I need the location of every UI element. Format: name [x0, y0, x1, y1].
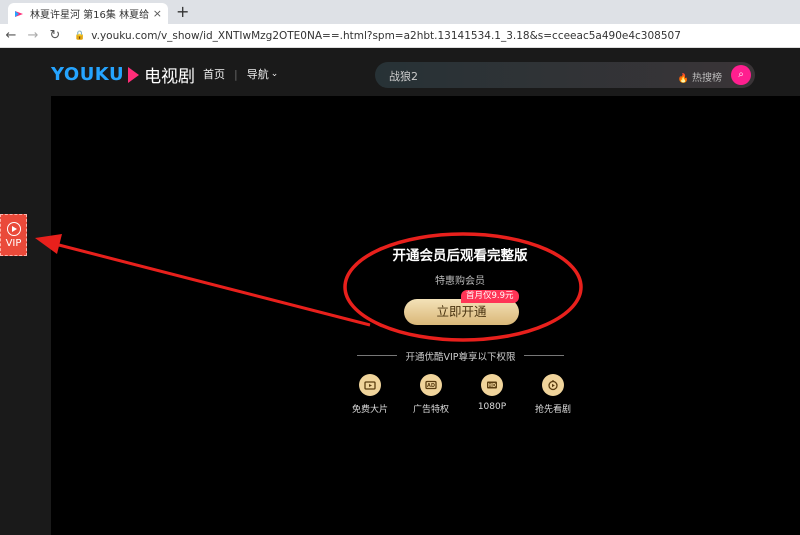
nav-menu-link[interactable]: 导航	[247, 66, 269, 82]
benefit-item: HD 1080P	[467, 374, 517, 412]
vip-side-label: VIP	[5, 237, 22, 249]
search-icon: ⌕	[738, 69, 744, 80]
nav-separator: |	[234, 67, 238, 81]
rights-text: 开通优酷VIP尊享以下权限	[405, 352, 516, 363]
rights-divider: 开通优酷VIP尊享以下权限	[357, 349, 564, 363]
logo-text: YOUKU	[51, 64, 125, 85]
promo-badge: 首月仅9.9元	[461, 290, 519, 303]
browser-address-bar: ← → ↻ 🔒 v.youku.com/v_show/id_XNTIwMzg2O…	[0, 24, 800, 48]
browser-tab-bar: 林夏许星河 第16集 林夏给许星河 × +	[0, 0, 800, 24]
svg-text:AD: AD	[427, 383, 435, 389]
divider-line-right	[524, 355, 564, 356]
url-field[interactable]: 🔒 v.youku.com/v_show/id_XNTIwMzg2OTE0NA=…	[74, 30, 681, 42]
flame-icon: 🔥	[677, 74, 689, 84]
reload-icon[interactable]: ↻	[44, 28, 66, 43]
browser-tab[interactable]: 林夏许星河 第16集 林夏给许星河 ×	[8, 3, 168, 24]
header-nav: 首页 | 导航 ⌄	[203, 66, 278, 82]
forward-icon[interactable]: →	[22, 28, 44, 43]
back-icon[interactable]: ←	[0, 28, 22, 43]
vip-side-tab[interactable]: VIP	[0, 214, 27, 256]
paywall-title: 开通会员后观看完整版	[392, 248, 528, 264]
nav-home-link[interactable]: 首页	[203, 66, 225, 82]
benefit-item: 免费大片	[345, 374, 395, 415]
left-sidebar	[0, 96, 51, 535]
benefit-label: 抢先看剧	[534, 405, 571, 415]
divider-line-left	[357, 355, 397, 356]
hot-search-link[interactable]: 🔥 热搜榜	[678, 69, 722, 84]
search-bar[interactable]: 战狼2 🔥 热搜榜 ⌕	[375, 62, 755, 88]
benefit-label: 1080P	[477, 402, 507, 412]
benefit-label: 广告特权	[412, 405, 449, 415]
film-icon	[359, 374, 381, 396]
svg-text:HD: HD	[488, 383, 496, 389]
chevron-down-icon[interactable]: ⌄	[271, 69, 279, 79]
url-text: v.youku.com/v_show/id_XNTIwMzg2OTE0NA==.…	[91, 29, 681, 42]
hot-search-label: 热搜榜	[692, 73, 722, 84]
youku-logo[interactable]: YOUKU 电视剧	[51, 62, 195, 87]
benefit-item: 抢先看剧	[528, 374, 578, 415]
logo-play-icon	[128, 66, 140, 83]
search-input[interactable]: 战狼2	[389, 68, 418, 84]
hd-icon: HD	[481, 374, 503, 396]
channel-label: 电视剧	[144, 67, 196, 87]
vip-play-icon	[6, 221, 21, 236]
search-button[interactable]: ⌕	[731, 65, 751, 85]
youku-favicon-icon	[15, 10, 23, 17]
tab-title: 林夏许星河 第16集 林夏给许星河	[30, 10, 149, 21]
paywall-subtitle[interactable]: 特惠购会员	[340, 272, 580, 287]
new-tab-button[interactable]: +	[176, 2, 189, 21]
lock-icon: 🔒	[74, 30, 86, 41]
benefit-item: AD 广告特权	[406, 374, 456, 415]
page: 林夏许星河 第16集 林夏给许星河 × + ← → ↻ 🔒 v.youku.co…	[0, 0, 800, 535]
play-early-icon	[542, 374, 564, 396]
tab-close-icon[interactable]: ×	[153, 7, 162, 20]
benefit-label: 免费大片	[351, 405, 388, 415]
ad-icon: AD	[420, 374, 442, 396]
